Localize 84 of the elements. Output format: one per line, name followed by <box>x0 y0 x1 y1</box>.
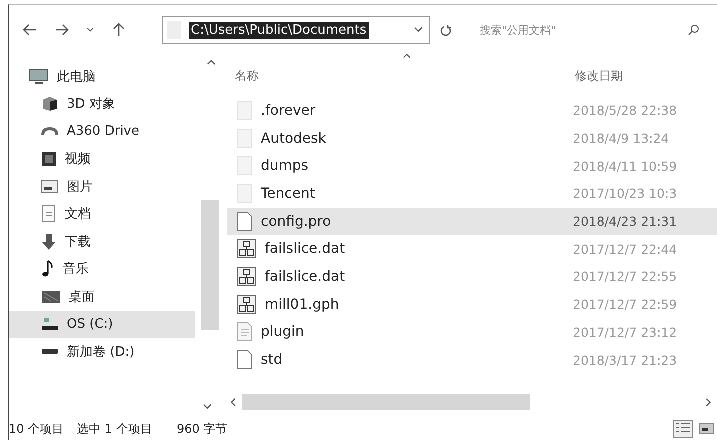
date-cell-text: 2018/3/17 21:23 <box>573 352 678 368</box>
date-cell-text: 2018/4/11 10:59 <box>573 158 678 174</box>
left-arrow-icon <box>23 23 37 37</box>
chevron-left-icon <box>229 398 238 406</box>
scroll-down-button[interactable] <box>203 403 212 412</box>
file-row[interactable]: Tencent 2017/10/23 10:3 <box>227 180 717 208</box>
file-row[interactable]: config.pro 2018/4/23 21:31 <box>227 208 717 236</box>
file-row[interactable]: mill01.gph 2017/12/7 22:59 <box>227 290 717 318</box>
file-row[interactable]: .forever 2018/5/28 22:38 <box>227 97 717 125</box>
music-note-icon <box>41 260 55 278</box>
file-name: failslice.dat <box>265 241 346 258</box>
app-file-icon <box>237 294 257 315</box>
document-icon <box>41 205 57 224</box>
sidebar-item[interactable]: 视频 <box>9 146 195 173</box>
chevron-right-icon <box>704 398 713 406</box>
sidebar-item[interactable]: A360 Drive <box>9 118 195 146</box>
file-name: .forever <box>261 102 316 119</box>
refresh-icon <box>440 24 452 36</box>
selection-size: 960 字节 <box>177 420 228 438</box>
file-name: failslice.dat <box>265 268 346 285</box>
file-name: dumps <box>261 158 309 174</box>
scrollbar-thumb[interactable] <box>201 200 219 330</box>
blank-file-icon <box>237 128 253 149</box>
sidebar-item[interactable]: 新加卷 (D:) <box>9 338 195 366</box>
column-header[interactable]: 修改日期 <box>575 68 623 84</box>
date-cell-text: 2017/12/7 23:12 <box>573 324 678 340</box>
right-arrow-icon <box>55 23 69 37</box>
date-cell-text: 2017/12/7 22:44 <box>573 242 678 257</box>
address-dropdown[interactable] <box>412 26 425 34</box>
sidebar-item[interactable]: 下载 <box>9 228 195 256</box>
address-field[interactable]: C:\Users\Public\Documents <box>162 16 430 44</box>
details-view-button[interactable] <box>673 420 693 438</box>
file-name: mill01.gph <box>265 296 340 313</box>
file-icon <box>237 350 253 370</box>
computer-icon <box>29 68 49 85</box>
file-row[interactable]: Autodesk 2018/4/9 13:24 <box>227 124 717 152</box>
date-cell-text: 2017/12/7 22:55 <box>573 269 678 284</box>
date-cell-text: 2017/12/7 22:59 <box>573 297 678 312</box>
file-name: Tencent <box>261 186 316 202</box>
file-icon <box>237 212 253 232</box>
blank-file-icon <box>237 100 253 121</box>
desktop-icon <box>41 290 61 304</box>
file-name: Autodesk <box>261 130 326 147</box>
chevron-down-icon <box>414 26 423 34</box>
sidebar-item[interactable]: 桌面 <box>9 283 195 310</box>
download-icon <box>41 232 57 251</box>
date-cell-text: 2018/5/28 22:38 <box>573 103 678 118</box>
file-row[interactable]: dumps 2018/4/11 10:59 <box>227 152 717 180</box>
sidebar-item[interactable]: 图片 <box>9 173 195 200</box>
file-row[interactable]: failslice.dat 2017/12/7 22:44 <box>227 235 717 264</box>
drive-icon <box>41 348 59 355</box>
scrollbar-thumb[interactable] <box>242 394 530 410</box>
blank-file-icon <box>237 156 253 176</box>
file-name: std <box>261 352 283 368</box>
tiles-icon <box>699 422 715 436</box>
column-header[interactable]: 名称 <box>225 66 575 86</box>
drive-icon <box>41 316 59 332</box>
sidebar-item[interactable]: 此电脑 <box>9 63 195 90</box>
chevron-down-icon <box>87 26 94 34</box>
cube-icon <box>41 96 59 112</box>
file-name: plugin <box>261 324 304 340</box>
up-arrow-icon <box>112 23 126 37</box>
date-cell-text: 2017/10/23 10:3 <box>573 186 678 202</box>
sidebar-item[interactable]: 音乐 <box>9 256 195 283</box>
file-row[interactable]: plugin 2017/12/7 23:12 <box>227 318 717 346</box>
sidebar-item[interactable]: 3D 对象 <box>9 90 195 118</box>
file-row[interactable]: std 2018/3/17 21:23 <box>227 346 717 374</box>
app-file-icon <box>237 266 257 287</box>
text-file-icon <box>237 322 253 342</box>
item-count: 10 个项目 <box>9 420 66 438</box>
sort-caret-icon <box>403 53 411 61</box>
search-icon[interactable] <box>688 24 700 36</box>
sidebar-item[interactable]: 文档 <box>9 200 195 228</box>
picture-icon <box>41 180 59 194</box>
app-file-icon <box>237 239 257 260</box>
film-icon <box>41 151 57 168</box>
sidebar-item[interactable]: OS (C:) <box>9 310 195 338</box>
date-cell-text: 2018/4/9 13:24 <box>573 131 670 146</box>
blank-file-icon <box>237 184 253 204</box>
chevron-down-icon <box>203 403 212 412</box>
date-cell-text: 2018/4/23 21:31 <box>573 214 678 230</box>
file-name: config.pro <box>261 214 332 230</box>
file-row[interactable]: failslice.dat 2017/12/7 22:55 <box>227 263 717 291</box>
selection-count: 选中 1 个项目 <box>77 420 154 438</box>
